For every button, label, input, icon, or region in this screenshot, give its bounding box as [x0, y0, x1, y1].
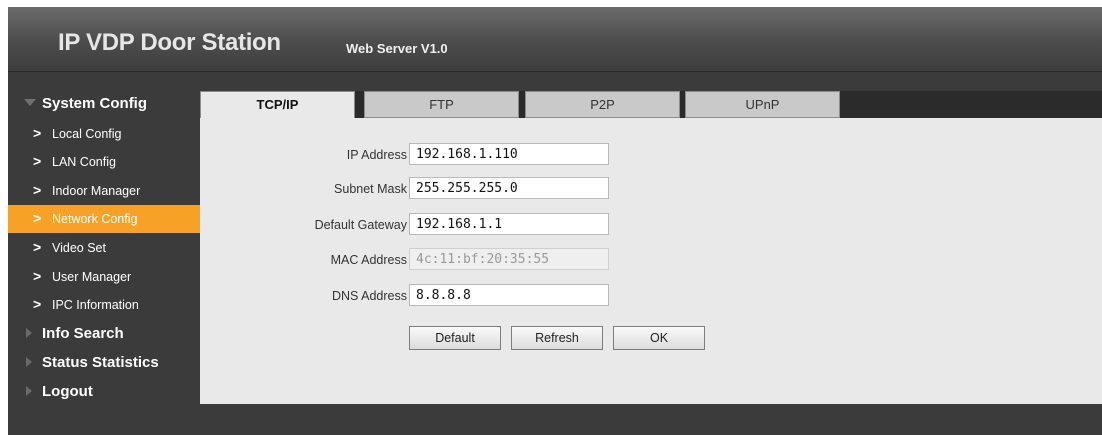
- default-gateway-label: Default Gateway: [314, 218, 407, 232]
- sidebar-item-ipc-information[interactable]: > IPC Information: [8, 291, 200, 319]
- sidebar-group-logout[interactable]: Logout: [8, 379, 200, 405]
- ip-address-input[interactable]: 192.168.1.110: [409, 143, 609, 165]
- sidebar-item-video-set[interactable]: > Video Set: [8, 234, 200, 262]
- mac-address-label: MAC Address: [330, 253, 407, 267]
- header-bar: IP VDP Door Station Web Server V1.0: [8, 7, 1102, 72]
- sidebar-group-label: System Config: [42, 95, 148, 112]
- sidebar-item-label: Video Set: [52, 241, 106, 255]
- sidebar-group-status-statistics[interactable]: Status Statistics: [8, 350, 200, 376]
- form-row-default-gateway: Default Gateway 192.168.1.1: [200, 213, 1102, 237]
- sidebar-item-label: Network Config: [52, 212, 138, 226]
- chevron-right-icon: >: [33, 153, 42, 169]
- form-row-ip-address: IP Address 192.168.1.110: [200, 143, 1102, 167]
- form-row-subnet-mask: Subnet Mask 255.255.255.0: [200, 177, 1102, 201]
- sidebar-item-indoor-manager[interactable]: > Indoor Manager: [8, 177, 200, 205]
- form-row-mac-address: MAC Address 4c:11:bf:20:35:55: [200, 248, 1102, 272]
- default-gateway-input[interactable]: 192.168.1.1: [409, 213, 609, 235]
- sidebar-group-info-search[interactable]: Info Search: [8, 321, 200, 347]
- sidebar-group-label: Logout: [42, 383, 93, 400]
- sidebar-item-label: IPC Information: [52, 298, 139, 312]
- chevron-right-icon: >: [33, 125, 42, 141]
- tab-bar: TCP/IP FTP P2P UPnP: [200, 91, 1102, 118]
- tab-ftp[interactable]: FTP: [364, 91, 519, 118]
- sidebar-item-local-config[interactable]: > Local Config: [8, 120, 200, 148]
- tab-p2p[interactable]: P2P: [525, 91, 680, 118]
- tab-tcp-ip[interactable]: TCP/IP: [200, 91, 355, 118]
- caret-right-icon: [26, 328, 32, 338]
- refresh-button[interactable]: Refresh: [511, 326, 603, 350]
- sidebar: System Config > Local Config > LAN Confi…: [8, 91, 200, 421]
- sidebar-group-label: Status Statistics: [42, 354, 159, 371]
- default-button[interactable]: Default: [409, 326, 501, 350]
- form-row-dns-address: DNS Address 8.8.8.8: [200, 284, 1102, 308]
- sidebar-item-network-config[interactable]: > Network Config: [8, 205, 200, 233]
- sidebar-item-user-manager[interactable]: > User Manager: [8, 263, 200, 291]
- ok-button[interactable]: OK: [613, 326, 705, 350]
- sidebar-group-label: Info Search: [42, 325, 124, 342]
- dns-address-input[interactable]: 8.8.8.8: [409, 284, 609, 306]
- footer-bar: [8, 404, 1102, 435]
- chevron-right-icon: >: [33, 210, 42, 226]
- sidebar-item-label: Local Config: [52, 127, 122, 141]
- caret-right-icon: [26, 357, 32, 367]
- sidebar-item-label: LAN Config: [52, 155, 116, 169]
- chevron-right-icon: >: [33, 239, 42, 255]
- sidebar-item-label: Indoor Manager: [52, 184, 141, 198]
- app-frame: IP VDP Door Station Web Server V1.0 Syst…: [8, 7, 1102, 435]
- caret-right-icon: [26, 386, 32, 396]
- chevron-right-icon: >: [33, 182, 42, 198]
- mac-address-input: 4c:11:bf:20:35:55: [409, 248, 609, 270]
- sidebar-item-lan-config[interactable]: > LAN Config: [8, 148, 200, 176]
- ip-address-label: IP Address: [346, 148, 407, 162]
- chevron-right-icon: >: [33, 268, 42, 284]
- app-title: IP VDP Door Station: [58, 29, 281, 56]
- app-version: Web Server V1.0: [346, 41, 448, 56]
- chevron-right-icon: >: [33, 296, 42, 312]
- caret-down-icon: [24, 99, 36, 106]
- content-panel: TCP/IP FTP P2P UPnP IP Address 192.168.1…: [200, 91, 1102, 404]
- sidebar-item-label: User Manager: [52, 270, 132, 284]
- subnet-mask-label: Subnet Mask: [334, 182, 407, 196]
- dns-address-label: DNS Address: [331, 289, 407, 303]
- sidebar-group-system-config[interactable]: System Config: [8, 91, 200, 117]
- subnet-mask-input[interactable]: 255.255.255.0: [409, 177, 609, 199]
- tab-upnp[interactable]: UPnP: [685, 91, 840, 118]
